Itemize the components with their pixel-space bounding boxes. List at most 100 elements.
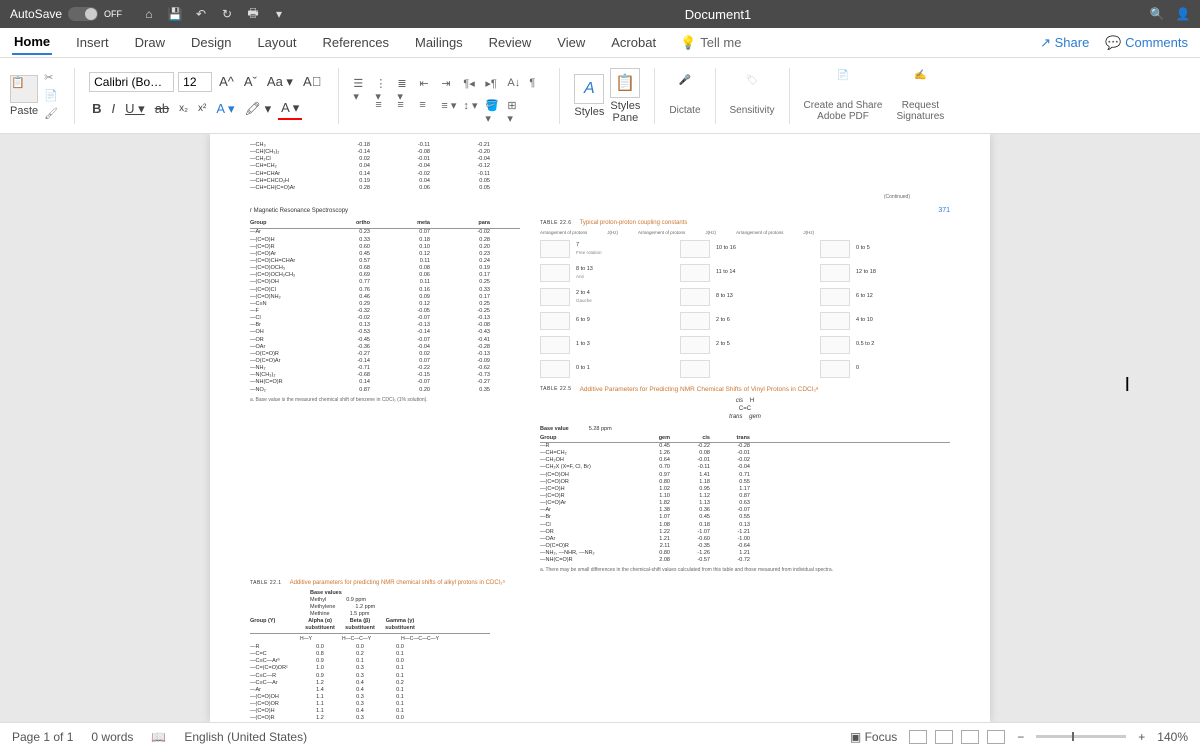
tab-view[interactable]: View — [555, 31, 587, 54]
copy-icon[interactable]: 📄 — [44, 89, 60, 103]
zoom-level[interactable]: 140% — [1157, 730, 1188, 744]
table-row: —OAr1.21-0.60-1.00 — [540, 536, 950, 543]
sensitivity-label: Sensitivity — [730, 105, 775, 116]
numbering-icon[interactable]: ⋮ ▾ — [375, 77, 391, 93]
page-indicator[interactable]: Page 1 of 1 — [12, 730, 73, 744]
strike-button[interactable]: ab — [152, 99, 172, 118]
redo-icon[interactable]: ↻ — [220, 7, 234, 21]
focus-mode[interactable]: ▣ Focus — [850, 730, 897, 744]
line-spacing-icon[interactable]: ↕ ▾ — [463, 99, 479, 115]
table-row: —C≡N0.290.120.25 — [250, 301, 520, 308]
zoom-in[interactable]: + — [1138, 730, 1145, 744]
size-select[interactable] — [178, 72, 212, 92]
align-right-icon[interactable]: ≡ — [419, 99, 435, 115]
table-header: Group ortho meta para — [250, 220, 520, 229]
bold-button[interactable]: B — [89, 99, 104, 118]
create-share-pdf-button[interactable]: 📄 Create and Share Adobe PDF — [804, 70, 883, 122]
change-case-icon[interactable]: Aa ▾ — [264, 72, 296, 92]
search-icon[interactable]: 🔍 — [1150, 7, 1164, 21]
styles-button[interactable]: A Styles — [574, 74, 604, 118]
table-row: —Br1.070.450.55 — [540, 514, 950, 521]
spell-check-icon[interactable]: 📖 — [151, 730, 166, 744]
shading-icon[interactable]: 🪣 ▾ — [485, 99, 501, 115]
font-select[interactable] — [89, 72, 174, 92]
toggle-switch[interactable] — [68, 7, 98, 21]
clear-format-icon[interactable]: A⃠ — [300, 72, 324, 91]
table-row: —(C=O)OH1.10.30.1 — [250, 694, 490, 701]
borders-icon[interactable]: ⊞ ▾ — [507, 99, 523, 115]
autosave-toggle[interactable]: AutoSave OFF — [10, 7, 122, 21]
outline-icon[interactable] — [961, 730, 979, 744]
tab-acrobat[interactable]: Acrobat — [609, 31, 658, 54]
table-row: —F-0.32-0.05-0.25 — [250, 308, 520, 315]
multilevel-icon[interactable]: ≣ ▾ — [397, 77, 413, 93]
home-icon[interactable]: ⌂ — [142, 7, 156, 21]
undo-icon[interactable]: ↶ — [194, 7, 208, 21]
subscript-button[interactable]: x₂ — [176, 101, 191, 116]
table-row: —Ar1.40.40.1 — [250, 687, 490, 694]
tell-me[interactable]: 💡 Tell me — [680, 35, 741, 51]
cut-icon[interactable]: ✂ — [44, 71, 60, 85]
tab-layout[interactable]: Layout — [255, 31, 298, 54]
tab-mailings[interactable]: Mailings — [413, 31, 465, 54]
customize-icon[interactable]: ▾ — [272, 7, 286, 21]
page[interactable]: —CH₃-0.18-0.11-0.21—CH(CH₃)₂-0.14-0.08-0… — [210, 134, 990, 722]
superscript-button[interactable]: x² — [195, 101, 209, 116]
align-center-icon[interactable]: ≡ — [397, 99, 413, 115]
ltr-icon[interactable]: ¶◂ — [463, 77, 479, 93]
profile-icon[interactable]: 👤 — [1176, 7, 1190, 21]
justify-icon[interactable]: ≡ ▾ — [441, 99, 457, 115]
tab-design[interactable]: Design — [189, 31, 233, 54]
dictate-button[interactable]: 🎤 Dictate — [669, 75, 700, 116]
sensitivity-button[interactable]: 🏷 Sensitivity — [730, 75, 775, 116]
table-row: —(C=O)OH0.770.110.25 — [250, 279, 520, 286]
print-icon[interactable]: 🖶 — [246, 7, 260, 21]
text-effects-icon[interactable]: A ▾ — [213, 99, 237, 119]
decrease-font-icon[interactable]: Aˇ — [241, 72, 260, 91]
titlebar: AutoSave OFF ⌂ 💾 ↶ ↻ 🖶 ▾ Document1 🔍 👤 — [0, 0, 1200, 28]
share-button[interactable]: ↗ Share — [1040, 35, 1089, 51]
increase-font-icon[interactable]: A^ — [216, 72, 237, 91]
styles-pane-button[interactable]: 📋 Styles Pane — [610, 68, 640, 124]
tab-review[interactable]: Review — [487, 31, 534, 54]
align-left-icon[interactable]: ≡ — [375, 99, 391, 115]
table-row: —(C=O)OH0.971.410.71 — [540, 472, 950, 479]
decrease-indent-icon[interactable]: ⇤ — [419, 77, 435, 93]
italic-button[interactable]: I — [109, 99, 119, 118]
tab-insert[interactable]: Insert — [74, 31, 111, 54]
table-row: —(C=O)OCH₂CH₃0.690.060.17 — [250, 272, 520, 279]
underline-button[interactable]: U ▾ — [122, 99, 148, 119]
font-color-icon[interactable]: A ▾ — [278, 98, 302, 120]
paste-button[interactable]: 📋 Paste — [10, 75, 38, 117]
table-row: —(C=O)Cl0.760.160.33 — [250, 287, 520, 294]
tab-references[interactable]: References — [321, 31, 391, 54]
bullets-icon[interactable]: ☰ ▾ — [353, 77, 369, 93]
zoom-slider[interactable] — [1036, 735, 1126, 738]
language[interactable]: English (United States) — [184, 730, 307, 744]
table-row: —(C=O)Ar1.821.130.63 — [540, 500, 950, 507]
save-icon[interactable]: 💾 — [168, 7, 182, 21]
coupling-cell: 2 to 4Gauche — [540, 288, 670, 306]
word-count[interactable]: 0 words — [91, 730, 133, 744]
styles-label: Styles — [574, 106, 604, 118]
document-area[interactable]: I —CH₃-0.18-0.11-0.21—CH(CH₃)₂-0.14-0.08… — [0, 134, 1200, 722]
increase-indent-icon[interactable]: ⇥ — [441, 77, 457, 93]
tab-draw[interactable]: Draw — [133, 31, 167, 54]
table-row: —(C=O)OR0.801.180.55 — [540, 479, 950, 486]
show-marks-icon[interactable]: ¶ — [529, 77, 545, 93]
print-layout-icon[interactable] — [909, 730, 927, 744]
rtl-icon[interactable]: ▸¶ — [485, 77, 501, 93]
zoom-out[interactable]: − — [1017, 730, 1024, 744]
table-row: —NH₂-0.71-0.22-0.62 — [250, 365, 520, 372]
sort-icon[interactable]: A↓ — [507, 77, 523, 93]
format-painter-icon[interactable]: 🖌 — [44, 107, 60, 121]
draft-icon[interactable] — [987, 730, 1005, 744]
tab-home[interactable]: Home — [12, 30, 52, 55]
highlight-icon[interactable]: 🖍 ▾ — [241, 99, 274, 119]
comments-button[interactable]: 💬 Comments — [1105, 35, 1188, 51]
continued-label: (Continued) — [250, 194, 910, 201]
table-row: —(C=O)CH=CHAr0.570.110.24 — [250, 258, 520, 265]
request-signatures-button[interactable]: ✍ Request Signatures — [896, 70, 944, 122]
web-layout-icon[interactable] — [935, 730, 953, 744]
autosave-label: AutoSave — [10, 7, 62, 21]
